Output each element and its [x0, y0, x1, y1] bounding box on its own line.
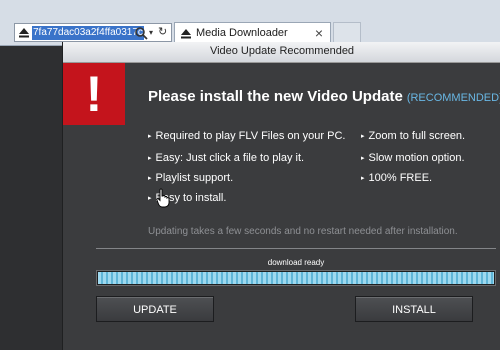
headline-text: Please install the new Video Update [148, 88, 403, 105]
download-status: download ready [267, 258, 325, 267]
feature-text: Playlist support. [155, 172, 234, 184]
bullet-icon: ▸ [148, 175, 152, 182]
update-popup: Video Update Recommended ! Please instal… [62, 42, 500, 350]
page-upload-icon [181, 29, 191, 39]
popup-titlebar: Video Update Recommended [63, 42, 500, 63]
bullet-icon: ▸ [148, 195, 152, 202]
new-tab-button[interactable] [333, 22, 361, 44]
address-url[interactable]: 7fa77dac03a2f4ffa0317c [32, 26, 144, 40]
feature-text: Easy: Just click a file to play it. [155, 152, 305, 164]
install-button[interactable]: INSTALL [355, 296, 473, 322]
feature-text: Required to play FLV Files on your PC. [155, 130, 346, 142]
bullet-icon: ▸ [361, 133, 365, 140]
install-note: Updating takes a few seconds and no rest… [148, 226, 458, 237]
tab-close-icon[interactable]: × [315, 25, 323, 41]
feature-right-1: ▸ Zoom to full screen. [361, 130, 465, 142]
popup-title: Video Update Recommended [209, 45, 355, 57]
exclamation-mark: ! [85, 66, 103, 122]
recommended-tag: (RECOMMENDED) [406, 92, 500, 104]
download-progress-bar [96, 270, 496, 286]
feature-right-2: ▸ Slow motion option. [361, 152, 465, 164]
update-button[interactable]: UPDATE [96, 296, 214, 322]
divider [96, 248, 496, 249]
bullet-icon: ▸ [148, 133, 152, 140]
browser-chrome: 7fa77dac03a2f4ffa0317c ▾ ↻ Media Downloa… [0, 0, 500, 46]
bullet-icon: ▸ [148, 155, 152, 162]
page-upload-icon [19, 28, 29, 38]
address-bar[interactable]: 7fa77dac03a2f4ffa0317c ▾ ↻ [14, 23, 172, 42]
feature-left-3: ▸ Playlist support. [148, 172, 233, 184]
tab-title: Media Downloader [196, 27, 288, 39]
tab-media-downloader[interactable]: Media Downloader × [174, 22, 331, 44]
headline: Please install the new Video Update (RECO… [148, 88, 500, 106]
alert-icon: ! [63, 63, 125, 125]
feature-text: 100% FREE. [368, 172, 433, 184]
feature-left-1: ▸ Required to play FLV Files on your PC. [148, 130, 345, 142]
bullet-icon: ▸ [361, 175, 365, 182]
search-icon[interactable] [134, 26, 148, 40]
address-dropdown-icon[interactable]: ▾ [149, 25, 153, 41]
refresh-icon[interactable]: ↻ [158, 24, 167, 40]
feature-right-3: ▸ 100% FREE. [361, 172, 432, 184]
bullet-icon: ▸ [361, 155, 365, 162]
hand-pointer-icon [156, 188, 170, 208]
feature-left-2: ▸ Easy: Just click a file to play it. [148, 152, 304, 164]
feature-text: Zoom to full screen. [368, 130, 466, 142]
feature-text: Slow motion option. [368, 152, 465, 164]
progress-fill [98, 272, 494, 284]
